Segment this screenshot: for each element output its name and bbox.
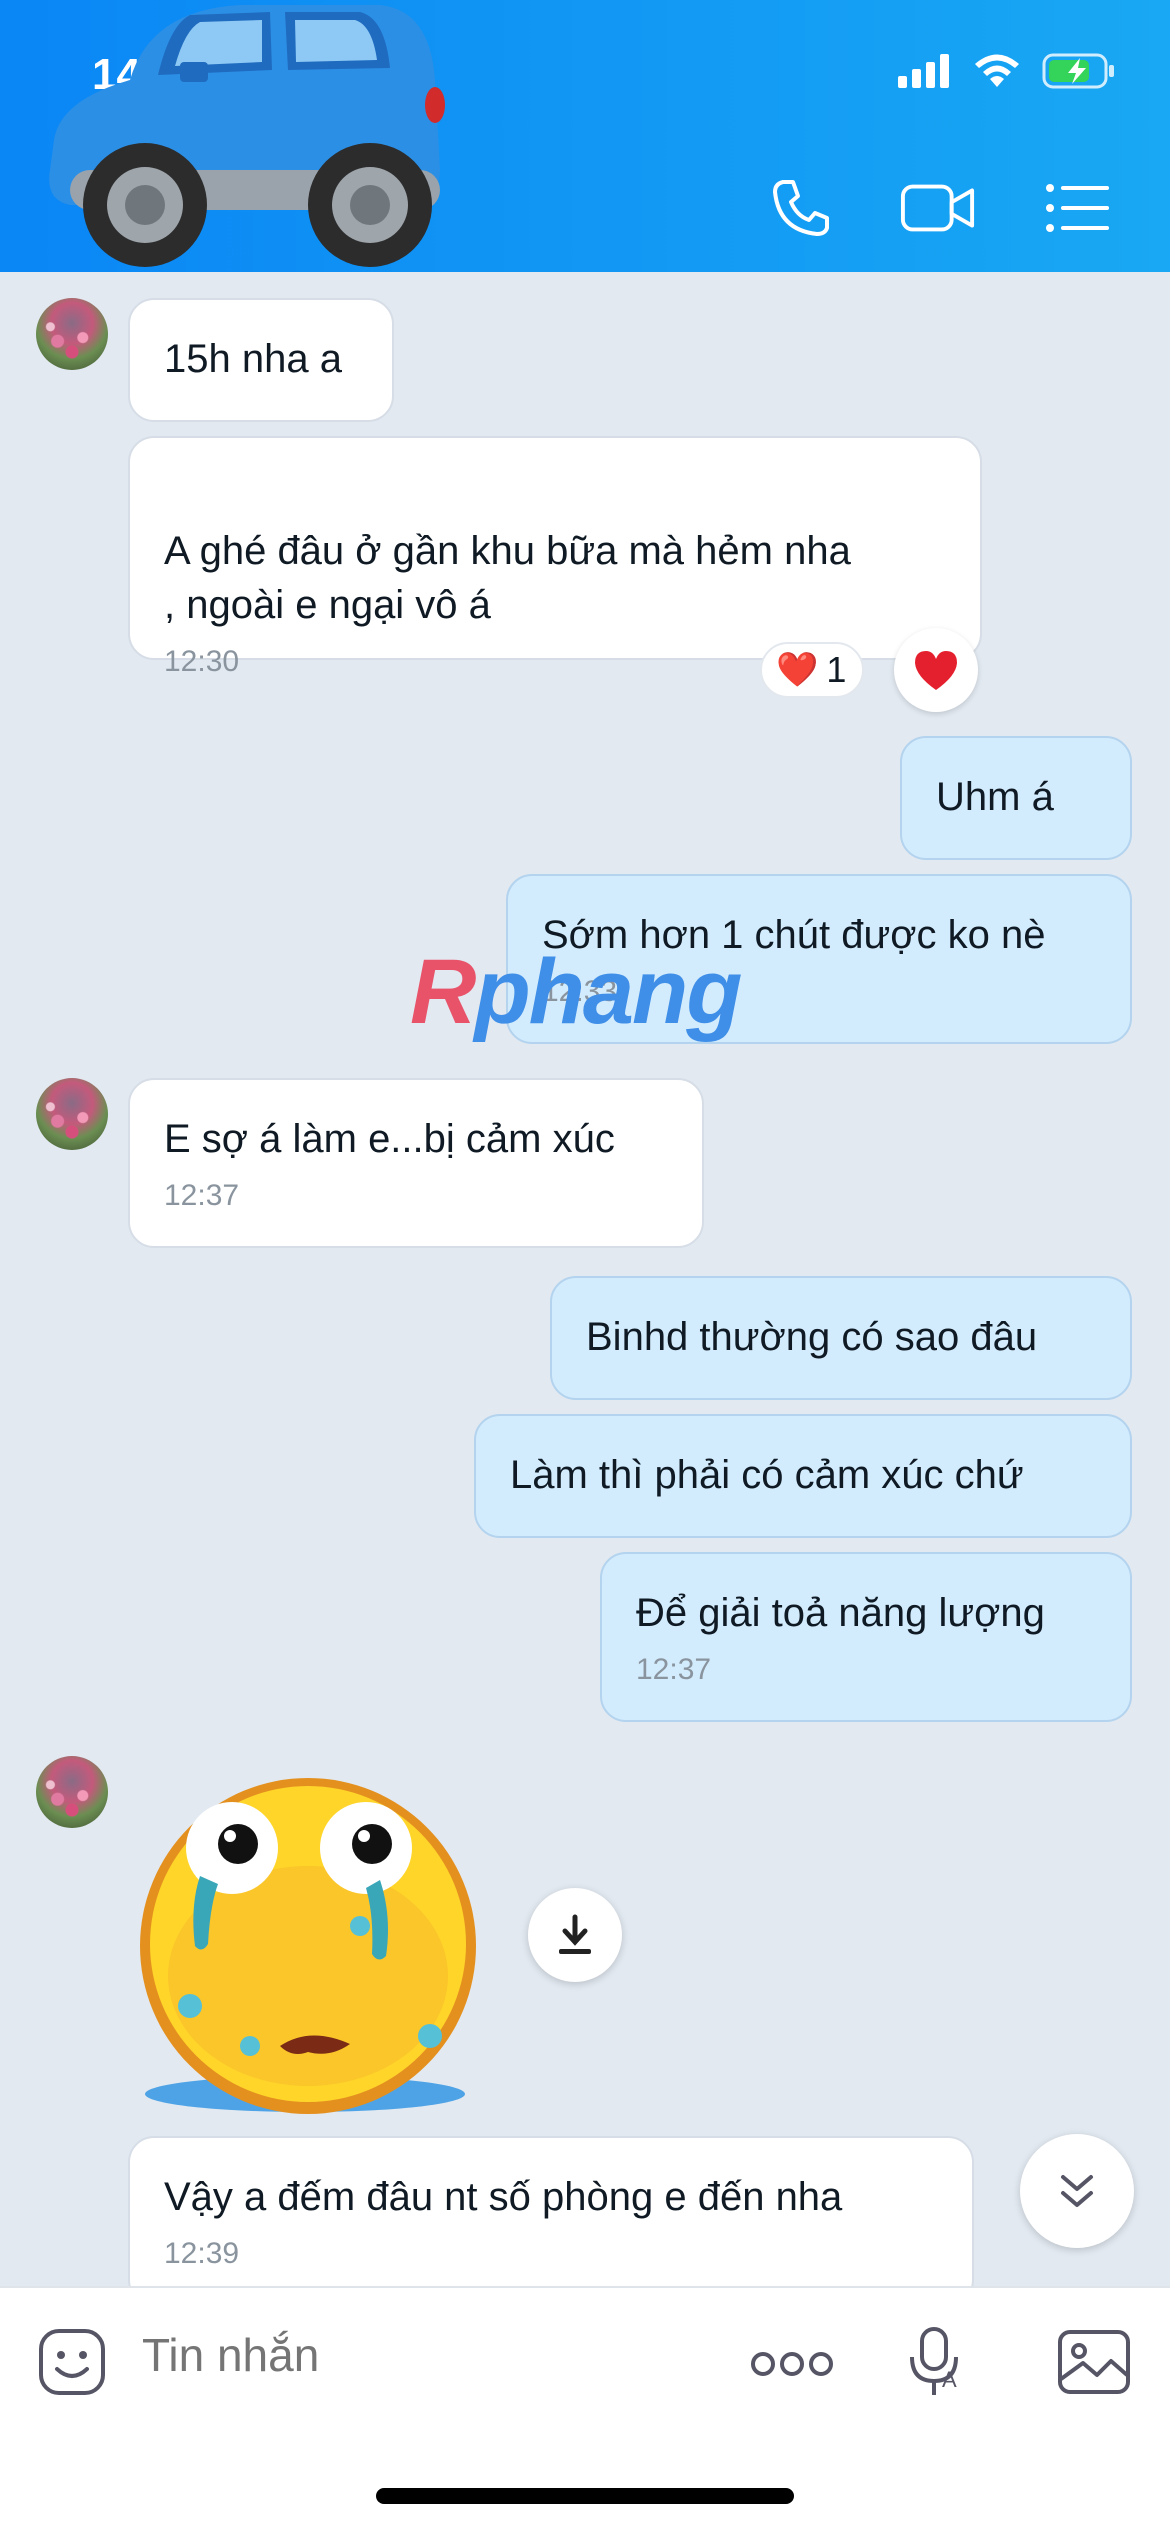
contact-avatar[interactable] [36, 1078, 108, 1150]
message-bubble[interactable]: Làm thì phải có cảm xúc chứ [474, 1414, 1132, 1538]
video-camera-icon [900, 184, 975, 232]
download-icon [559, 1914, 591, 1954]
gallery-button[interactable] [1054, 2322, 1134, 2402]
car-avatar-icon [49, 5, 445, 267]
message-bubble[interactable]: 15h nha a [128, 298, 394, 422]
message-time: 12:37 [636, 1653, 712, 1686]
menu-button[interactable] [1040, 170, 1116, 246]
phone-icon [773, 180, 829, 236]
call-button[interactable] [763, 170, 839, 246]
scroll-to-bottom-button[interactable] [1020, 2134, 1134, 2248]
message-time: 12:39 [164, 2237, 240, 2270]
more-options-button[interactable] [748, 2334, 836, 2394]
download-button[interactable] [528, 1888, 622, 1982]
message-text: 15h nha a [164, 337, 342, 381]
emoji-sticker-icon [39, 2329, 105, 2395]
svg-text:A: A [942, 2367, 957, 2392]
wifi-icon [975, 54, 1019, 87]
message-text: E sợ á làm e...bị cảm xúc [164, 1117, 615, 1161]
message-list[interactable]: 15h nha a A ghé đâu ở gần khu bữa mà hẻm… [0, 272, 1170, 2286]
message-input[interactable] [142, 2328, 702, 2382]
message-bubble[interactable]: E sợ á làm e...bị cảm xúc 12:37 [128, 1078, 704, 1248]
contact-avatar[interactable] [36, 1756, 108, 1828]
reaction-count: 1 [826, 649, 847, 690]
message-bubble[interactable]: Vậy a đếm đâu nt số phòng e đến nha 12:3… [128, 2136, 974, 2286]
sticker-button[interactable] [34, 2324, 110, 2400]
heart-icon [915, 651, 957, 690]
chevron-double-down-icon [1061, 2175, 1093, 2207]
list-menu-icon [1046, 184, 1109, 232]
home-indicator [376, 2488, 794, 2504]
contact-avatar[interactable] [36, 298, 108, 370]
battery-icon [1042, 53, 1114, 89]
message-bubble[interactable]: Uhm á [900, 736, 1132, 860]
status-icons [898, 52, 1116, 90]
heart-reaction-icon: ❤️ [776, 651, 819, 689]
message-bubble[interactable]: Binhd thường có sao đâu [550, 1276, 1132, 1400]
message-text: Vậy a đếm đâu nt số phòng e đến nha [164, 2175, 843, 2219]
video-call-button[interactable] [900, 170, 976, 246]
react-button[interactable] [894, 628, 978, 712]
chat-header: 14 [0, 0, 1170, 272]
voice-message-button[interactable]: A [896, 2322, 976, 2402]
message-text: Uhm á [936, 775, 1054, 819]
more-dots-icon [751, 2352, 833, 2376]
message-text: Làm thì phải có cảm xúc chứ [510, 1453, 1024, 1497]
message-bubble[interactable]: Để giải toả năng lượng 12:37 [600, 1552, 1132, 1722]
signal-icon [898, 54, 949, 88]
message-text: A ghé đâu ở gần khu bữa mà hẻm nha , ngo… [164, 529, 851, 627]
crying-face-sticker[interactable] [130, 1776, 490, 2116]
message-text: Để giải toả năng lượng [636, 1591, 1045, 1635]
image-icon [1058, 2330, 1130, 2394]
message-bubble[interactable]: A ghé đâu ở gần khu bữa mà hẻm nha , ngo… [128, 436, 982, 678]
message-time: 12:37 [164, 1179, 240, 1212]
watermark-logo: Rphang [410, 941, 742, 1043]
message-text: Binhd thường có sao đâu [586, 1315, 1038, 1359]
reaction-summary[interactable]: ❤️ 1 [760, 642, 865, 698]
microphone-icon: A [910, 2327, 958, 2395]
